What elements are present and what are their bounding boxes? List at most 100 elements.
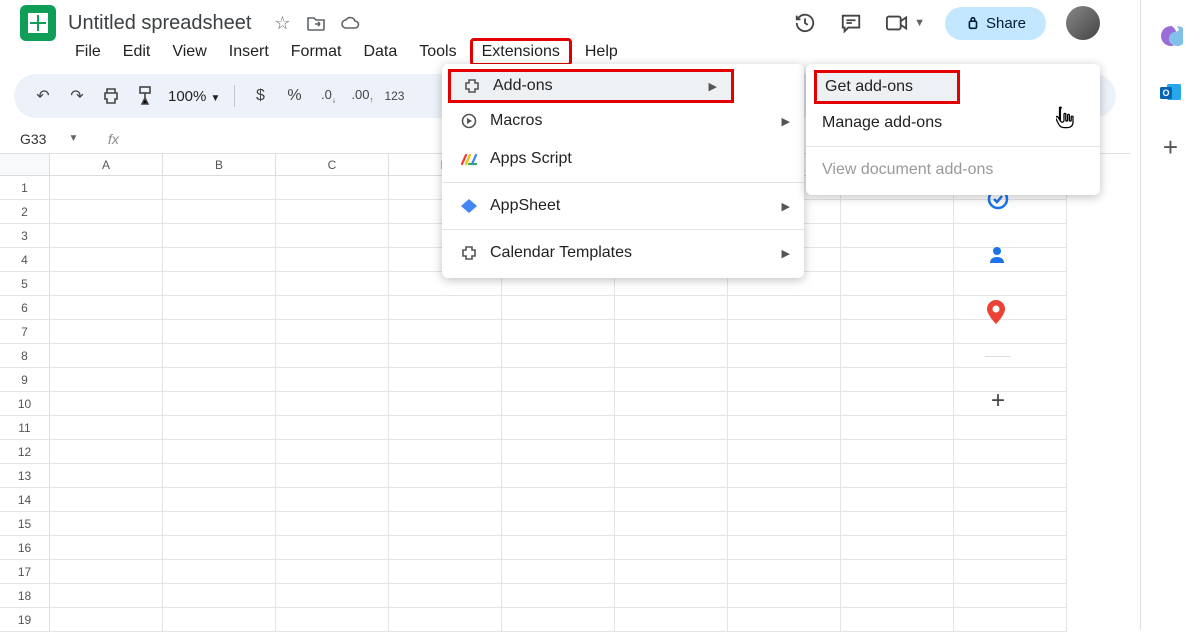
cell[interactable] [389, 464, 502, 488]
row-header[interactable]: 13 [0, 464, 50, 488]
cell[interactable] [50, 560, 163, 584]
zoom-display[interactable]: 100% ▼ [164, 88, 224, 105]
cell[interactable] [728, 584, 841, 608]
cell[interactable] [841, 200, 954, 224]
menu-macros[interactable]: Macros ▶ [442, 102, 804, 140]
row-header[interactable]: 19 [0, 608, 50, 632]
cell[interactable] [163, 248, 276, 272]
cell[interactable] [50, 440, 163, 464]
row-header[interactable]: 1 [0, 176, 50, 200]
cell[interactable] [50, 608, 163, 632]
cell[interactable] [502, 536, 615, 560]
menu-help[interactable]: Help [576, 41, 627, 63]
cell[interactable] [502, 608, 615, 632]
select-all-corner[interactable] [0, 154, 50, 176]
cell[interactable] [163, 440, 276, 464]
cell[interactable] [502, 440, 615, 464]
cell[interactable] [841, 608, 954, 632]
cloud-icon[interactable] [340, 13, 360, 33]
cell[interactable] [728, 560, 841, 584]
cell[interactable] [841, 296, 954, 320]
grid-row[interactable]: 7 [0, 320, 1130, 344]
cell[interactable] [841, 488, 954, 512]
cell[interactable] [276, 416, 389, 440]
grid-row[interactable]: 18 [0, 584, 1130, 608]
cell[interactable] [163, 584, 276, 608]
cell[interactable] [954, 560, 1067, 584]
currency-button[interactable]: $ [245, 81, 275, 111]
cell[interactable] [502, 416, 615, 440]
cell[interactable] [389, 392, 502, 416]
grid-row[interactable]: 15 [0, 512, 1130, 536]
cell[interactable] [728, 392, 841, 416]
cell[interactable] [50, 344, 163, 368]
star-icon[interactable]: ☆ [272, 13, 292, 33]
cell[interactable] [276, 344, 389, 368]
cell[interactable] [615, 392, 728, 416]
cell[interactable] [163, 224, 276, 248]
cell[interactable] [389, 344, 502, 368]
cell[interactable] [163, 536, 276, 560]
row-header[interactable]: 3 [0, 224, 50, 248]
cell[interactable] [276, 464, 389, 488]
grid-row[interactable]: 19 [0, 608, 1130, 632]
cell[interactable] [389, 560, 502, 584]
cell[interactable] [615, 416, 728, 440]
row-header[interactable]: 5 [0, 272, 50, 296]
menu-extensions[interactable]: Extensions [470, 38, 572, 66]
cell[interactable] [841, 560, 954, 584]
cell[interactable] [502, 560, 615, 584]
cell[interactable] [502, 344, 615, 368]
menu-insert[interactable]: Insert [220, 41, 278, 63]
row-header[interactable]: 12 [0, 440, 50, 464]
menu-format[interactable]: Format [282, 41, 351, 63]
cell[interactable] [50, 368, 163, 392]
cell[interactable] [954, 440, 1067, 464]
cell[interactable] [50, 512, 163, 536]
row-header[interactable]: 7 [0, 320, 50, 344]
cell[interactable] [389, 440, 502, 464]
cell[interactable] [728, 344, 841, 368]
cell[interactable] [276, 176, 389, 200]
account-avatar[interactable] [1066, 6, 1100, 40]
cell[interactable] [389, 608, 502, 632]
menu-addons[interactable]: Add-ons ▶ [448, 69, 734, 103]
row-header[interactable]: 9 [0, 368, 50, 392]
cell[interactable] [276, 536, 389, 560]
history-icon[interactable] [792, 10, 818, 36]
menu-get-addons[interactable]: Get add-ons [814, 70, 960, 104]
row-header[interactable]: 16 [0, 536, 50, 560]
increase-decimal-button[interactable]: .00↑ [347, 81, 377, 111]
cell[interactable] [50, 176, 163, 200]
row-header[interactable]: 6 [0, 296, 50, 320]
cell[interactable] [50, 296, 163, 320]
cell[interactable] [502, 368, 615, 392]
cell[interactable] [502, 296, 615, 320]
copilot-icon[interactable] [1159, 24, 1183, 48]
cell[interactable] [389, 416, 502, 440]
grid-row[interactable]: 9 [0, 368, 1130, 392]
cell[interactable] [728, 512, 841, 536]
print-button[interactable] [96, 81, 126, 111]
cell[interactable] [954, 512, 1067, 536]
cell[interactable] [841, 368, 954, 392]
menu-data[interactable]: Data [354, 41, 406, 63]
cell[interactable] [389, 488, 502, 512]
cell[interactable] [50, 464, 163, 488]
cell[interactable] [502, 392, 615, 416]
paint-format-button[interactable] [130, 81, 160, 111]
cell[interactable] [163, 320, 276, 344]
cell[interactable] [276, 392, 389, 416]
cell[interactable] [841, 344, 954, 368]
grid-row[interactable]: 11 [0, 416, 1130, 440]
cell[interactable] [728, 536, 841, 560]
cell[interactable] [50, 320, 163, 344]
cell[interactable] [615, 440, 728, 464]
cell[interactable] [728, 440, 841, 464]
cell[interactable] [163, 296, 276, 320]
percent-button[interactable]: % [279, 81, 309, 111]
menu-file[interactable]: File [66, 41, 110, 63]
cell[interactable] [276, 608, 389, 632]
name-box[interactable]: G33▼ [0, 131, 90, 147]
cell[interactable] [50, 392, 163, 416]
